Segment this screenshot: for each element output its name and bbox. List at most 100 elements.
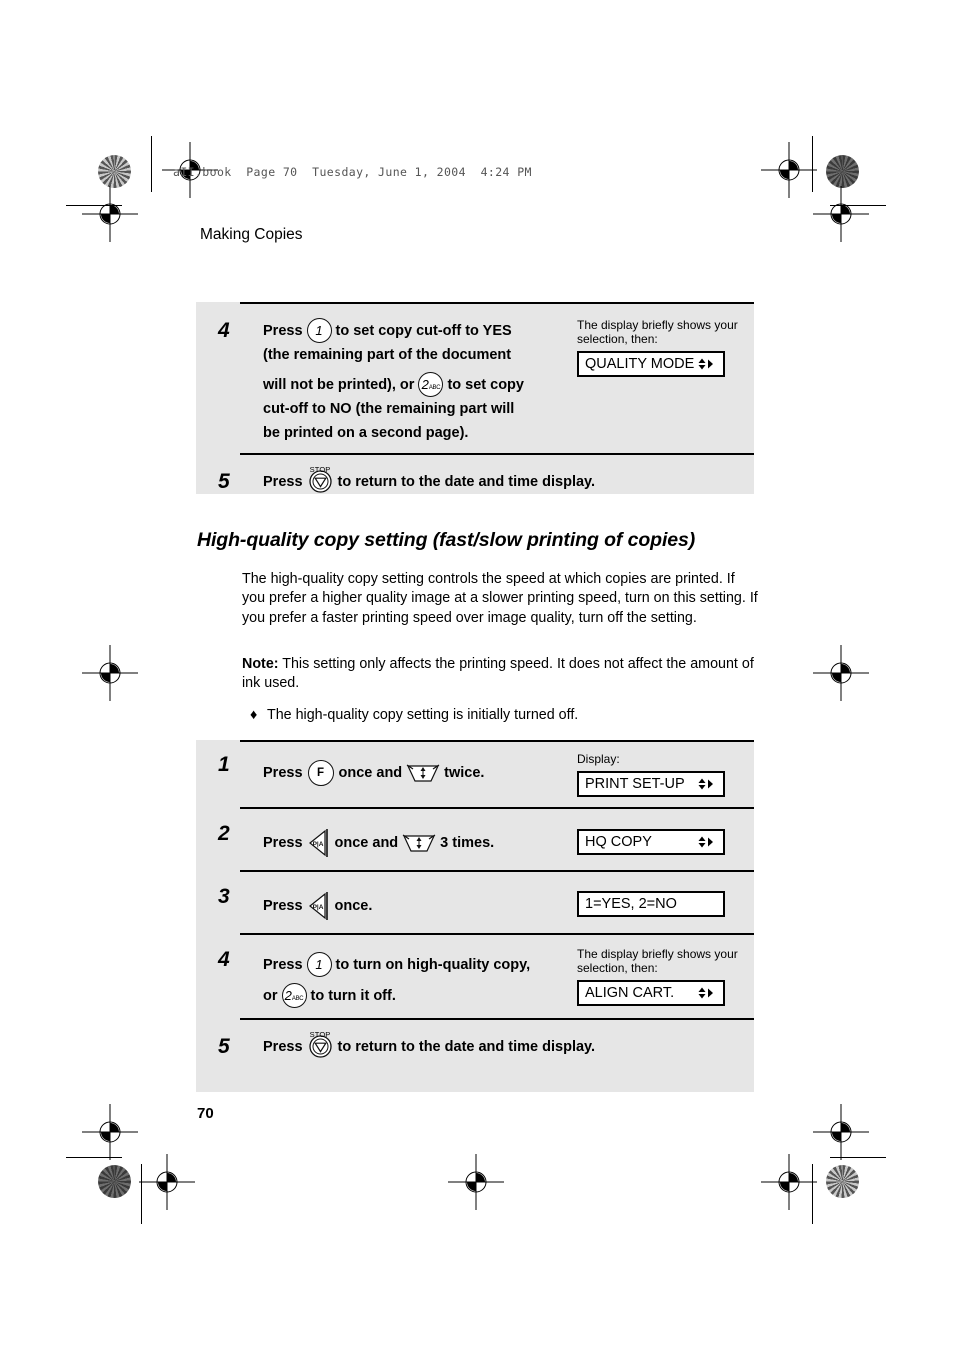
step-body: Press 1 to set copy cut-off to YES (the …	[246, 318, 577, 445]
step-display-side: The display briefly shows your selection…	[577, 947, 754, 1008]
registration-mark-right-upper	[813, 186, 869, 242]
step-text: or	[263, 987, 278, 1004]
lcd-display: QUALITY MODE	[577, 351, 725, 377]
step-text: to return to the date and time display.	[337, 1038, 596, 1055]
step-number: 1	[218, 753, 230, 776]
display-caption: The display briefly shows your selection…	[577, 318, 738, 346]
intro-paragraph: The high-quality copy setting controls t…	[242, 571, 758, 626]
procedure-box-hq-copy: 1 Press F once and twice. Display: PRINT…	[196, 740, 754, 1092]
step-text: Press	[263, 1038, 303, 1055]
step-text: will not be printed), or	[263, 376, 415, 393]
lcd-display-text: HQ COPY	[585, 834, 652, 850]
numeric-key-2-icon[interactable]: 2 ABC	[281, 983, 307, 1008]
procedure-step: 4 Press 1 to set copy cut-off to YES (th…	[196, 302, 754, 453]
registration-mark-top-right	[761, 142, 817, 198]
page-number: 70	[197, 1105, 214, 1122]
file-slug-line: aII.book Page 70 Tuesday, June 1, 2004 4…	[173, 165, 532, 179]
lcd-arrow-icons	[696, 832, 716, 852]
step-text: be printed on a second page).	[263, 425, 469, 441]
stop-key-label: STOP	[309, 1030, 331, 1039]
diamond-bullet-icon: ♦	[250, 707, 258, 723]
halftone-dot-bottom-left	[98, 1165, 131, 1198]
lcd-display-text: QUALITY MODE	[585, 356, 695, 372]
procedure-step: 1 Press F once and twice. Display: PRINT…	[196, 740, 754, 807]
display-caption: The display briefly shows your selection…	[577, 947, 738, 975]
svg-text:P|A: P|A	[312, 841, 323, 848]
registration-mark-left-lower	[82, 1104, 138, 1160]
stop-key-icon[interactable]: STOP	[308, 465, 333, 494]
step-divider	[240, 1018, 754, 1020]
numeric-key-2-sublabel: ABC	[291, 995, 304, 1002]
lcd-display-text: PRINT SET-UP	[585, 776, 685, 792]
step-text: to turn it off.	[310, 987, 396, 1004]
step-body: Press F once and twice.	[246, 752, 577, 797]
numeric-key-2-sublabel: ABC	[428, 384, 441, 391]
step-number: 5	[218, 1035, 230, 1058]
step-body: Press STOP to return to the date and tim…	[246, 465, 754, 494]
step-number: 4	[218, 319, 230, 342]
step-text: twice.	[444, 765, 485, 781]
section-heading: High-quality copy setting (fast/slow pri…	[197, 529, 696, 551]
procedure-step: 5 Press STOP to return to the date and t…	[196, 1018, 754, 1071]
lcd-display: 1=YES, 2=NO	[577, 891, 725, 917]
step-text: Press	[263, 835, 303, 851]
step-text: once and	[334, 835, 399, 851]
start-key-icon[interactable]: P|A	[307, 891, 331, 921]
registration-mark-right-lower	[813, 1104, 869, 1160]
step-text: (the remaining part of the document	[263, 347, 512, 363]
numeric-key-2-label: 2	[284, 987, 292, 1003]
lcd-display: HQ COPY	[577, 829, 725, 855]
step-text: to turn on high-quality copy,	[335, 956, 531, 973]
step-text: 3 times.	[440, 835, 495, 851]
running-head: Making Copies	[200, 226, 303, 243]
numeric-key-2-label: 2	[421, 376, 429, 392]
step-divider	[240, 807, 754, 809]
bullet-text: The high-quality copy setting is initial…	[267, 707, 579, 723]
lcd-arrow-icons	[696, 774, 716, 794]
step-divider	[240, 453, 754, 455]
step-divider	[240, 740, 754, 742]
numeric-key-1-icon[interactable]: 1	[306, 952, 332, 977]
step-divider	[240, 870, 754, 872]
registration-mark-bottom-center	[448, 1154, 504, 1210]
svg-text:P|A: P|A	[312, 904, 323, 911]
registration-mark-right-middle	[813, 645, 869, 701]
step-body: Press STOP to return to the date and tim…	[246, 1030, 754, 1059]
start-key-icon[interactable]: P|A	[307, 828, 331, 858]
procedure-step: 2 Press P|A once and 3 times. HQ COPY	[196, 807, 754, 870]
step-text: Press	[263, 765, 303, 781]
step-text: Press	[263, 956, 303, 973]
lcd-arrow-icons	[696, 354, 716, 374]
step-number: 3	[218, 885, 230, 908]
step-body: Press 1 to turn on high-quality copy, or…	[246, 947, 577, 1008]
step-text: Press	[263, 898, 303, 914]
procedure-box-copy-cutoff: 4 Press 1 to set copy cut-off to YES (th…	[196, 302, 754, 494]
registration-mark-left-middle	[82, 645, 138, 701]
numeric-key-1-label: 1	[315, 956, 323, 972]
lcd-arrow-icons	[696, 983, 716, 1003]
procedure-step: 3 Press P|A once. 1=YES, 2=NO	[196, 870, 754, 933]
procedure-step: 5 Press STOP to return to the date and t…	[196, 453, 754, 506]
function-key-icon[interactable]: F	[307, 760, 334, 786]
numeric-key-1-icon[interactable]: 1	[306, 318, 332, 343]
note-label: Note:	[242, 656, 279, 672]
step-divider	[240, 933, 754, 935]
step-text: Press	[263, 473, 303, 490]
halftone-dot-bottom-right	[826, 1165, 859, 1198]
step-number: 2	[218, 822, 230, 845]
lcd-display: ALIGN CART.	[577, 980, 725, 1006]
registration-mark-left-upper	[82, 186, 138, 242]
registration-mark-bottom-right	[761, 1154, 817, 1210]
step-display-side: 1=YES, 2=NO	[577, 884, 754, 921]
step-display-side: Display: PRINT SET-UP	[577, 752, 754, 797]
numeric-key-2-icon[interactable]: 2 ABC	[418, 372, 444, 397]
down-arrow-key-icon[interactable]	[406, 762, 440, 784]
step-text: to set copy cut-off to YES	[335, 322, 512, 339]
stop-key-label: STOP	[309, 465, 331, 474]
down-arrow-key-icon[interactable]	[402, 832, 436, 854]
step-divider	[240, 302, 754, 304]
stop-key-icon[interactable]: STOP	[308, 1030, 333, 1059]
step-text: Press	[263, 322, 303, 339]
step-body: Press P|A once.	[246, 884, 577, 921]
step-display-side: HQ COPY	[577, 821, 754, 858]
